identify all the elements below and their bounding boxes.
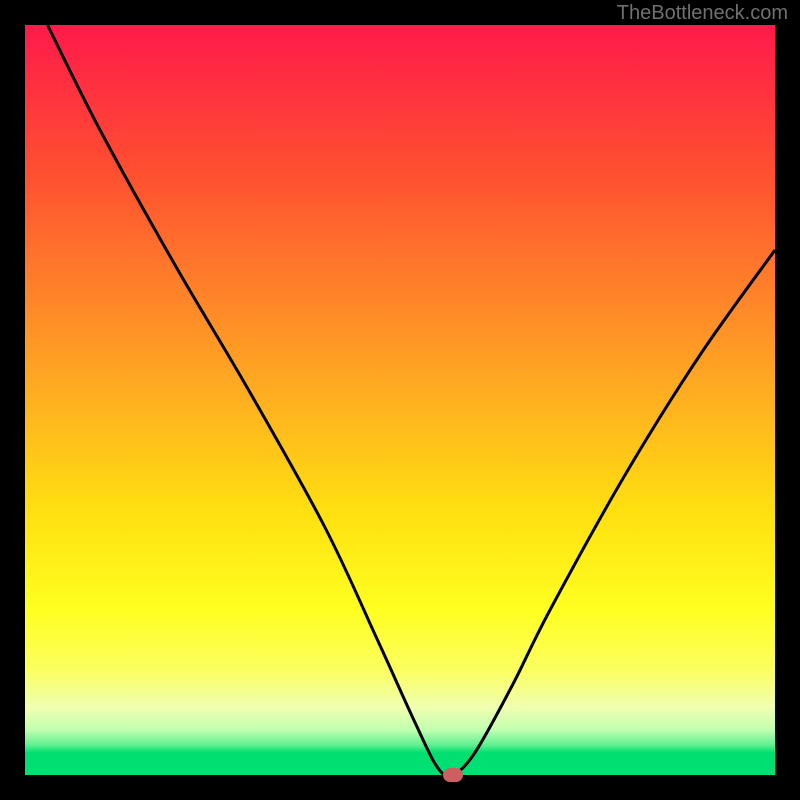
chart-plot-area	[25, 25, 775, 775]
watermark-text: TheBottleneck.com	[617, 2, 788, 25]
bottleneck-curve	[25, 25, 775, 775]
optimal-point-marker	[443, 768, 463, 782]
